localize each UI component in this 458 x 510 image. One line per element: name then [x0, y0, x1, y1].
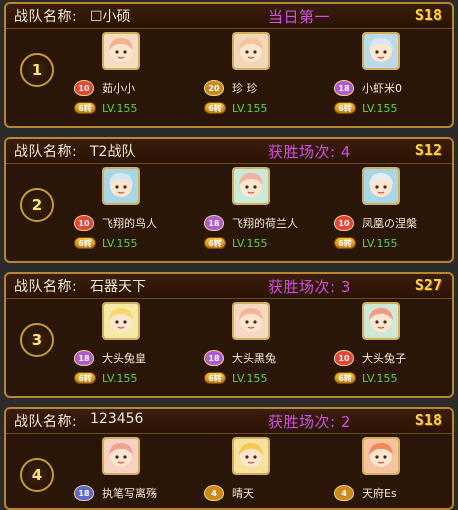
- member-level: LV.155: [102, 372, 138, 385]
- rank-number: 1: [20, 53, 54, 87]
- rank-number: 2: [20, 188, 54, 222]
- avatar[interactable]: [102, 167, 140, 205]
- rank-badge-icon: 18: [74, 350, 94, 366]
- member-level: LV.155: [232, 372, 268, 385]
- member-level: LV.155: [362, 102, 398, 115]
- rebirth-badge: 6转: [334, 102, 356, 114]
- rebirth-badge: 6转: [204, 102, 226, 114]
- team-member[interactable]: 18 小虾米0 6转 LV.155: [334, 28, 452, 116]
- member-name: 茹小小: [102, 82, 135, 95]
- member-name: 珍 珍: [232, 82, 258, 95]
- rank-badge-icon: 20: [204, 80, 224, 96]
- member-level: LV.155: [232, 102, 268, 115]
- member-name: 大头兔皇: [102, 352, 146, 365]
- card-header: 战队名称: 石器天下 获胜场次: 3 S27: [6, 274, 452, 299]
- rebirth-badge: 6转: [204, 372, 226, 384]
- team-member[interactable]: 18 大头兔皇 6转 LV.155: [74, 298, 204, 386]
- team-label: 战队名称:: [14, 9, 78, 25]
- avatar[interactable]: [232, 437, 270, 475]
- team-member[interactable]: 18 大头黑兔 6转 LV.155: [204, 298, 334, 386]
- rank-badge-icon: 18: [204, 215, 224, 231]
- team-member[interactable]: 10 凤凰の涅槃 6转 LV.155: [334, 163, 452, 251]
- avatar[interactable]: [362, 302, 400, 340]
- rebirth-badge: 6转: [74, 102, 96, 114]
- rebirth-badge: 6转: [204, 237, 226, 249]
- server-badge: S12: [414, 141, 442, 159]
- member-name: 飞翔的鸟人: [102, 217, 157, 230]
- team-label: 战队名称:: [14, 279, 78, 295]
- avatar[interactable]: [232, 32, 270, 70]
- team-card[interactable]: 战队名称: 123456 获胜场次: 2 S18 4 18 执笔写离殇 4 晴天 4 天府Es: [4, 407, 454, 510]
- member-name: 大头兔子: [362, 352, 406, 365]
- avatar[interactable]: [232, 167, 270, 205]
- avatar[interactable]: [362, 437, 400, 475]
- rank-badge-icon: 18: [334, 80, 354, 96]
- rank-number: 4: [20, 458, 54, 492]
- team-member[interactable]: 20 珍 珍 6转 LV.155: [204, 28, 334, 116]
- member-name: 凤凰の涅槃: [362, 217, 417, 230]
- avatar[interactable]: [362, 32, 400, 70]
- result-text: 当日第一: [268, 8, 331, 26]
- rank-badge-icon: 18: [204, 350, 224, 366]
- team-label: 战队名称:: [14, 144, 78, 160]
- avatar[interactable]: [362, 167, 400, 205]
- member-name: 飞翔的荷兰人: [232, 217, 298, 230]
- team-name: T2战队: [90, 144, 136, 160]
- member-name: 天府Es: [362, 487, 397, 500]
- team-name: 123456: [90, 411, 144, 427]
- team-member[interactable]: 10 飞翔的鸟人 6转 LV.155: [74, 163, 204, 251]
- member-name: 执笔写离殇: [102, 487, 157, 500]
- card-header: 战队名称: ☐小硕 当日第一 S18: [6, 4, 452, 29]
- team-member[interactable]: 10 茹小小 6转 LV.155: [74, 28, 204, 116]
- rank-badge-icon: 18: [74, 485, 94, 501]
- rank-badge-icon: 10: [74, 215, 94, 231]
- member-level: LV.155: [102, 102, 138, 115]
- team-card[interactable]: 战队名称: T2战队 获胜场次: 4 S12 2 10 飞翔的鸟人 6转 LV.155 18 飞翔的…: [4, 137, 454, 263]
- team-name: 石器天下: [90, 279, 146, 295]
- member-level: LV.155: [232, 237, 268, 250]
- rank-badge-icon: 10: [334, 350, 354, 366]
- team-card[interactable]: 战队名称: 石器天下 获胜场次: 3 S27 3 18 大头兔皇 6转 LV.155 18 大头黑兔…: [4, 272, 454, 398]
- rebirth-badge: 6转: [334, 372, 356, 384]
- team-member[interactable]: 18 执笔写离殇: [74, 433, 204, 508]
- team-label: 战队名称:: [14, 414, 78, 430]
- member-level: LV.155: [102, 237, 138, 250]
- result-text: 获胜场次: 2: [268, 413, 351, 431]
- member-name: 晴天: [232, 487, 254, 500]
- card-header: 战队名称: T2战队 获胜场次: 4 S12: [6, 139, 452, 164]
- card-header: 战队名称: 123456 获胜场次: 2 S18: [6, 409, 452, 434]
- team-card[interactable]: 战队名称: ☐小硕 当日第一 S18 1 10 茹小小 6转 LV.155 20 珍 珍 6转 LV.1…: [4, 2, 454, 128]
- rebirth-badge: 6转: [74, 237, 96, 249]
- rank-badge-icon: 4: [334, 485, 354, 501]
- result-text: 获胜场次: 3: [268, 278, 351, 296]
- rebirth-badge: 6转: [334, 237, 356, 249]
- member-level: LV.155: [362, 237, 398, 250]
- avatar[interactable]: [102, 302, 140, 340]
- avatar[interactable]: [232, 302, 270, 340]
- rebirth-badge: 6转: [74, 372, 96, 384]
- team-member[interactable]: 18 飞翔的荷兰人 6转 LV.155: [204, 163, 334, 251]
- server-badge: S27: [414, 276, 442, 294]
- team-member[interactable]: 10 大头兔子 6转 LV.155: [334, 298, 452, 386]
- rank-badge-icon: 10: [334, 215, 354, 231]
- team-member[interactable]: 4 晴天: [204, 433, 334, 508]
- team-member[interactable]: 4 天府Es: [334, 433, 452, 508]
- member-name: 大头黑兔: [232, 352, 276, 365]
- result-text: 获胜场次: 4: [268, 143, 351, 161]
- rank-badge-icon: 4: [204, 485, 224, 501]
- avatar[interactable]: [102, 32, 140, 70]
- team-name: ☐小硕: [90, 9, 131, 25]
- rank-number: 3: [20, 323, 54, 357]
- member-name: 小虾米0: [362, 82, 402, 95]
- server-badge: S18: [414, 6, 442, 24]
- avatar[interactable]: [102, 437, 140, 475]
- rank-badge-icon: 10: [74, 80, 94, 96]
- member-level: LV.155: [362, 372, 398, 385]
- server-badge: S18: [414, 411, 442, 429]
